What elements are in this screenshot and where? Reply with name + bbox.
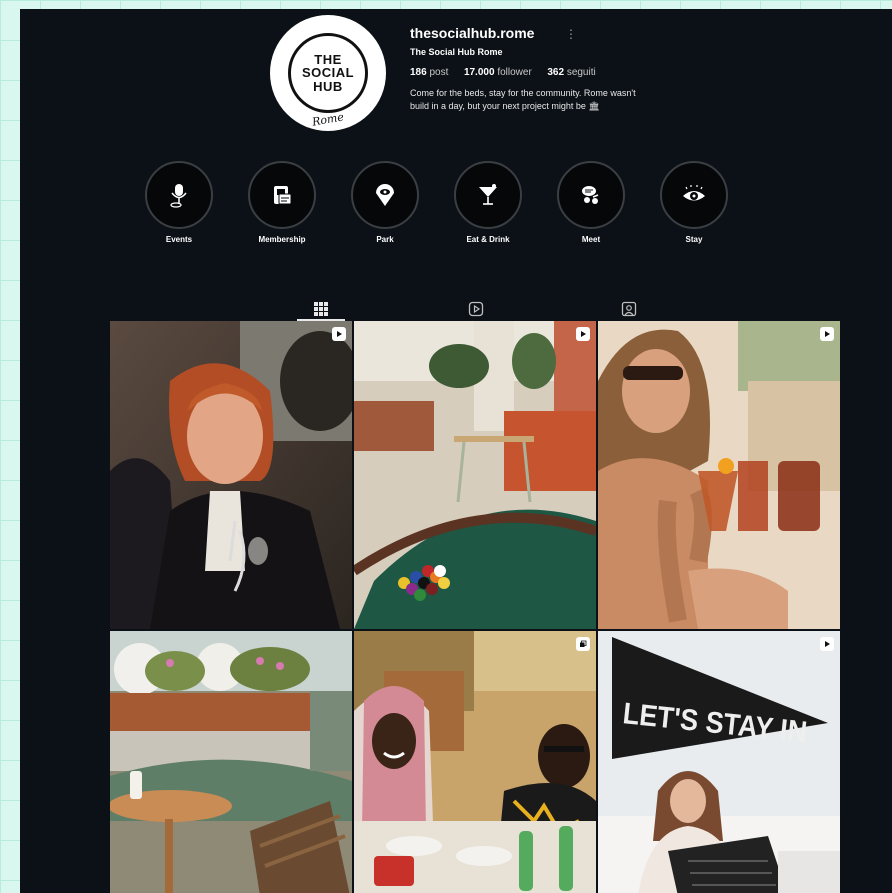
highlight-label: Events — [165, 235, 193, 244]
following-label[interactable]: seguiti — [567, 67, 596, 78]
highlight-label: Park — [376, 235, 394, 244]
profile-info: thesocialhub.rome ⋮ The Social Hub Rome … — [410, 25, 710, 113]
post-photo: LET'S STAY IN — [598, 631, 840, 893]
following-count[interactable]: 362 — [547, 67, 564, 78]
post-photo — [354, 631, 596, 893]
profile-avatar[interactable]: THE SOCIAL HUB Rome — [270, 15, 386, 131]
reel-icon — [332, 327, 346, 341]
eye-icon — [683, 185, 705, 201]
post-photo — [110, 321, 352, 629]
avatar-logo-city: Rome — [311, 110, 345, 130]
tagged-icon — [621, 301, 637, 317]
posts-count: 186 — [410, 67, 427, 78]
post-photo — [110, 631, 352, 893]
profile-stats: 186 post 17.000 follower 362 seguiti — [410, 67, 710, 78]
highlight-park[interactable]: Park — [348, 161, 422, 244]
highlight-events[interactable]: Events — [142, 161, 216, 244]
grid-icon — [314, 302, 328, 316]
post-cocktails-toast[interactable] — [598, 321, 840, 629]
membership-card-icon — [274, 186, 292, 205]
location-pin-icon — [376, 184, 394, 206]
highlight-label: Meet — [581, 235, 601, 244]
followers-label[interactable]: follower — [497, 67, 531, 78]
posts-grid: LET'S STAY IN — [110, 321, 840, 893]
reels-icon — [468, 301, 484, 317]
post-two-men-dining[interactable] — [354, 631, 596, 893]
post-terrace-seating[interactable] — [110, 631, 352, 893]
followers-count[interactable]: 17.000 — [464, 67, 495, 78]
tab-reels[interactable] — [452, 294, 500, 324]
highlight-stay[interactable]: Stay — [657, 161, 731, 244]
cocktail-icon — [479, 184, 497, 205]
highlight-label: Membership — [258, 235, 306, 244]
avatar-logo-line2: SOCIAL — [301, 65, 355, 81]
profile-tabs — [20, 294, 892, 324]
highlight-eat-drink[interactable]: Eat & Drink — [451, 161, 525, 244]
profile-username: thesocialhub.rome — [410, 25, 535, 41]
highlight-meet[interactable]: Meet — [554, 161, 628, 244]
reel-icon — [820, 637, 834, 651]
meeting-icon — [582, 186, 599, 204]
carousel-icon — [576, 637, 590, 651]
avatar-logo: THE SOCIAL HUB Rome — [288, 33, 368, 129]
profile-bio: Come for the beds, stay for the communit… — [410, 87, 710, 113]
options-icon[interactable]: ⋮ — [565, 27, 577, 41]
bio-line2: build in a day, but your next project mi… — [410, 101, 600, 111]
highlight-membership[interactable]: Membership — [245, 161, 319, 244]
highlight-label: Eat & Drink — [466, 235, 510, 244]
reel-icon — [576, 327, 590, 341]
post-lets-stay-in-pennant[interactable]: LET'S STAY IN — [598, 631, 840, 893]
profile-full-name: The Social Hub Rome — [410, 47, 503, 57]
post-photo — [354, 321, 596, 629]
post-pool-table-lounge[interactable] — [354, 321, 596, 629]
reel-icon — [820, 327, 834, 341]
post-woman-smiling-wine[interactable] — [110, 321, 352, 629]
story-highlights: Events Membership Park Eat & Drink Meet … — [142, 161, 742, 261]
microphone-icon — [170, 184, 187, 208]
avatar-logo-line1: THE — [314, 51, 342, 67]
posts-label: post — [429, 67, 449, 78]
tab-tagged[interactable] — [605, 294, 653, 324]
bio-line1: Come for the beds, stay for the communit… — [410, 88, 636, 98]
avatar-logo-line3: HUB — [313, 78, 343, 94]
post-photo — [598, 321, 840, 629]
highlight-label: Stay — [685, 235, 703, 244]
instagram-profile-page: THE SOCIAL HUB Rome thesocialhub.rome ⋮ … — [20, 9, 892, 893]
